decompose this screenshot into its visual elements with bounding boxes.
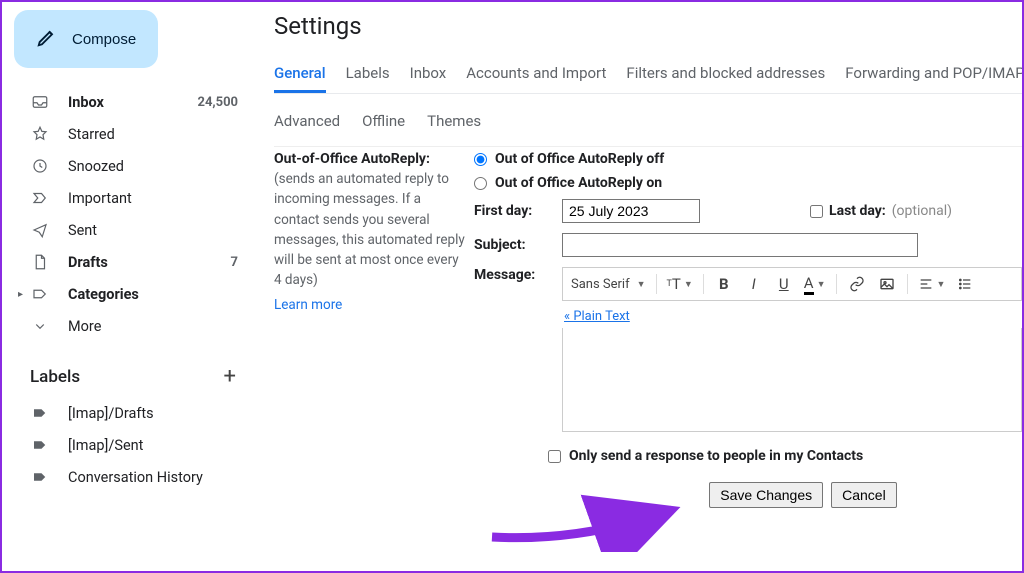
ooo-on-radio[interactable]	[474, 177, 487, 190]
message-textarea[interactable]	[562, 328, 1022, 432]
tab-offline[interactable]: Offline	[362, 104, 405, 138]
format-toolbar: Sans Serif▼ TT▼ B I U A▼ ▼	[562, 267, 1022, 301]
italic-button[interactable]: I	[740, 270, 768, 298]
ooo-desc: (sends an automated reply to incoming me…	[274, 169, 466, 291]
nav-important[interactable]: Important	[10, 182, 250, 214]
settings-tabs-row2: Advanced Offline Themes	[274, 94, 1022, 146]
nav-inbox[interactable]: Inbox 24,500	[10, 86, 250, 118]
tab-advanced[interactable]: Advanced	[274, 104, 340, 138]
nav-categories[interactable]: ▸ Categories	[10, 278, 250, 310]
link-button[interactable]	[843, 270, 871, 298]
sidebar: Compose Inbox 24,500 Starred Snoozed Imp…	[2, 2, 258, 571]
last-day-checkbox[interactable]	[810, 205, 823, 218]
settings-tabs-row1: General Labels Inbox Accounts and Import…	[274, 56, 1022, 94]
ooo-label-col: Out-of-Office AutoReply: (sends an autom…	[274, 151, 474, 313]
message-editor: Sans Serif▼ TT▼ B I U A▼ ▼	[562, 267, 1022, 464]
ooo-title: Out-of-Office AutoReply:	[274, 151, 466, 167]
label-icon	[30, 403, 50, 423]
bold-button[interactable]: B	[710, 270, 738, 298]
page-title: Settings	[274, 12, 1022, 40]
labels-list: [Imap]/Drafts [Imap]/Sent Conversation H…	[10, 397, 250, 493]
nav-drafts[interactable]: Drafts 7	[10, 246, 250, 278]
tab-labels[interactable]: Labels	[346, 56, 390, 93]
font-select[interactable]: Sans Serif▼	[567, 270, 650, 298]
compose-button[interactable]: Compose	[14, 10, 158, 68]
subject-row: Subject:	[474, 233, 1022, 257]
label-icon	[30, 467, 50, 487]
star-icon	[30, 124, 50, 144]
save-changes-button[interactable]: Save Changes	[709, 482, 823, 508]
ooo-off-row[interactable]: Out of Office AutoReply off	[474, 151, 1022, 167]
label-item[interactable]: [Imap]/Sent	[10, 429, 250, 461]
label-item[interactable]: Conversation History	[10, 461, 250, 493]
learn-more-link[interactable]: Learn more	[274, 297, 342, 313]
image-button[interactable]	[873, 270, 901, 298]
subject-input[interactable]	[562, 233, 918, 257]
message-row: Message: Sans Serif▼ TT▼ B I U A▼	[474, 267, 1022, 464]
inbox-icon	[30, 92, 50, 112]
clock-icon	[30, 156, 50, 176]
underline-button[interactable]: U	[770, 270, 798, 298]
nav-starred[interactable]: Starred	[10, 118, 250, 150]
ooo-body: Out of Office AutoReply off Out of Offic…	[474, 151, 1022, 508]
important-icon	[30, 188, 50, 208]
cancel-button[interactable]: Cancel	[831, 482, 897, 508]
ooo-setting: Out-of-Office AutoReply: (sends an autom…	[274, 146, 1022, 508]
label-item[interactable]: [Imap]/Drafts	[10, 397, 250, 429]
nav-list: Inbox 24,500 Starred Snoozed Important S…	[10, 86, 250, 342]
labels-header: Labels +	[10, 364, 250, 389]
text-color-button[interactable]: A▼	[800, 270, 830, 298]
plain-text-link[interactable]: « Plain Text	[564, 309, 1022, 324]
main-content: Settings General Labels Inbox Accounts a…	[258, 2, 1022, 571]
tab-filters[interactable]: Filters and blocked addresses	[626, 56, 825, 93]
first-day-row: First day: Last day: (optional)	[474, 199, 1022, 223]
last-day-group: Last day: (optional)	[810, 203, 952, 219]
chevron-down-icon	[30, 316, 50, 336]
send-icon	[30, 220, 50, 240]
first-day-input[interactable]	[562, 199, 700, 223]
list-button[interactable]	[951, 270, 979, 298]
nav-snoozed[interactable]: Snoozed	[10, 150, 250, 182]
compose-label: Compose	[72, 31, 136, 48]
tab-accounts[interactable]: Accounts and Import	[466, 56, 606, 93]
ooo-on-row[interactable]: Out of Office AutoReply on	[474, 175, 1022, 191]
nav-more[interactable]: More	[10, 310, 250, 342]
contacts-only-row[interactable]: Only send a response to people in my Con…	[548, 448, 1022, 464]
action-buttons: Save Changes Cancel	[474, 482, 1022, 508]
tab-inbox[interactable]: Inbox	[410, 56, 447, 93]
tab-themes[interactable]: Themes	[427, 104, 481, 138]
tab-forwarding[interactable]: Forwarding and POP/IMAP	[845, 56, 1022, 93]
contacts-only-checkbox[interactable]	[548, 450, 561, 463]
nav-sent[interactable]: Sent	[10, 214, 250, 246]
label-icon	[30, 435, 50, 455]
add-label-button[interactable]: +	[224, 364, 236, 389]
tab-general[interactable]: General	[274, 56, 326, 93]
font-size-button[interactable]: TT▼	[663, 270, 697, 298]
file-icon	[30, 252, 50, 272]
pencil-icon	[36, 26, 58, 52]
ooo-off-radio[interactable]	[474, 153, 487, 166]
expand-icon: ▸	[30, 284, 50, 304]
align-button[interactable]: ▼	[914, 270, 950, 298]
